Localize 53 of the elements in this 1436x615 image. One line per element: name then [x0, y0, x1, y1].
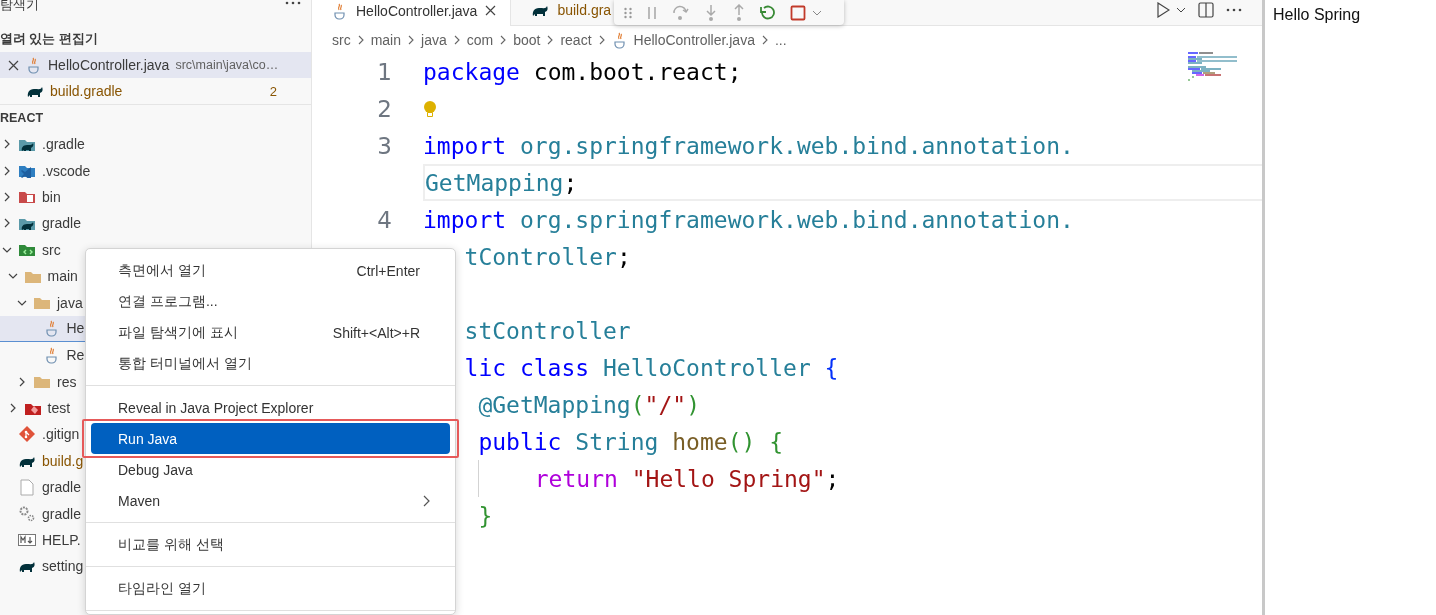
- code-token: HelloController: [602, 354, 811, 381]
- file-name: build.g: [42, 452, 84, 469]
- file-name: main: [47, 268, 78, 285]
- file-name: setting: [42, 558, 84, 575]
- code-token: tController: [463, 243, 617, 270]
- code-token: org.springframework.web.bind.annotation.: [518, 206, 1074, 233]
- preview-text: Hello Spring: [1273, 6, 1361, 23]
- code-token: (: [630, 391, 645, 418]
- code-token: String: [574, 428, 659, 455]
- code-token: import: [423, 206, 507, 233]
- file-name: gradle: [42, 479, 81, 496]
- code-token: com.boot.react;: [532, 58, 742, 85]
- file-name: bin: [42, 188, 61, 205]
- file-name: HelloController.java: [48, 57, 170, 73]
- code-token: home: [671, 428, 728, 455]
- code-token: GetMapping: [425, 169, 564, 196]
- code-token: ): [686, 391, 700, 418]
- file-path: src\main\java\co…: [175, 58, 279, 72]
- code-token: () {: [727, 428, 784, 455]
- file-name: HELP.: [42, 532, 81, 549]
- code-token: stController: [463, 317, 631, 344]
- code-token: @GetMapping: [477, 391, 631, 418]
- code-token: }: [477, 502, 493, 529]
- line-number: 2: [377, 95, 392, 122]
- explorer-title: 탐색기: [0, 0, 39, 14]
- file-name: test: [47, 400, 71, 417]
- file-name: gradle: [42, 215, 81, 232]
- code-token: ;: [616, 243, 631, 270]
- code-token: public: [477, 428, 562, 455]
- file-name: res: [57, 373, 77, 390]
- code-token: {: [823, 354, 839, 381]
- code-token: org.springframework.web.bind.annotation.: [518, 132, 1074, 159]
- file-name: src: [42, 241, 61, 258]
- line-number: 4: [377, 206, 392, 233]
- code-token: lic class: [463, 354, 590, 381]
- code-token: return: [534, 465, 618, 492]
- file-name: gradle: [42, 505, 81, 522]
- file-name: .vscode: [42, 162, 91, 179]
- code-token: import: [423, 132, 507, 159]
- code-token: "Hello Spring": [630, 465, 826, 492]
- problem-count: 2: [269, 83, 277, 99]
- file-name: .gradle: [42, 136, 85, 153]
- line-number: 3: [377, 132, 392, 159]
- code-token: ;: [825, 465, 840, 492]
- file-name: java: [57, 294, 83, 311]
- code-token: package: [423, 58, 520, 85]
- file-name: Re: [66, 347, 85, 364]
- code-token: ;: [563, 169, 578, 196]
- file-name: He: [66, 320, 85, 337]
- code-token: "/": [644, 391, 687, 418]
- file-name: .gitign: [42, 426, 80, 443]
- file-name: build.gradle: [50, 83, 123, 99]
- line-number: 1: [377, 58, 392, 85]
